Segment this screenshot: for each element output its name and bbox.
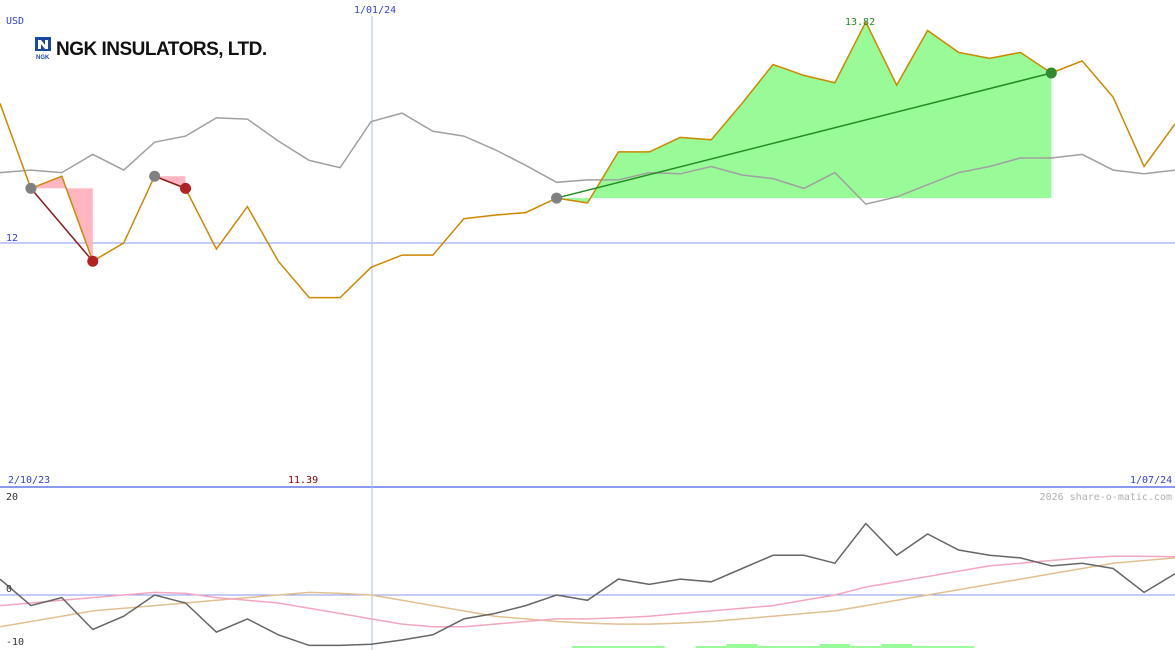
ngk-logo-icon: NGK	[35, 37, 51, 61]
histogram-bar-21	[633, 646, 665, 648]
share-chart: USD 1/01/24 13.82 12 2/10/23 11.39 1/07/…	[0, 5, 1175, 650]
trade-entry-marker-0	[25, 182, 37, 194]
histogram-bar-29	[881, 644, 913, 648]
oscillator-main-line	[0, 522, 1175, 647]
trade-exit-marker-2	[1045, 67, 1057, 79]
histogram-bar-24	[726, 644, 758, 648]
trade-fill-0	[30, 176, 93, 262]
histogram-bar-31	[943, 646, 974, 648]
currency-label: USD	[6, 16, 24, 27]
oscillator-slow-line	[0, 557, 1175, 628]
osc-tick-minus10: -10	[6, 637, 24, 648]
date-marker-label: 1/01/24	[354, 5, 396, 16]
oscillator-signal-line	[0, 555, 1175, 628]
histogram-bar-28	[850, 646, 882, 648]
osc-tick-0: 0	[6, 584, 12, 595]
end-date-label: 1/07/24	[1130, 475, 1172, 486]
oscillator-histogram	[572, 644, 974, 648]
histogram-bar-25	[757, 646, 789, 648]
histogram-bar-26	[788, 646, 820, 648]
company-name: NGK INSULATORS, LTD.	[56, 39, 267, 60]
histogram-bar-23	[695, 646, 727, 648]
histogram-bar-19	[572, 646, 603, 648]
histogram-bar-20	[603, 646, 634, 648]
histogram-bar-30	[912, 646, 944, 648]
company-logo: NGK NGK INSULATORS, LTD.	[35, 37, 267, 61]
trade-entry-marker-2	[551, 192, 563, 204]
start-date-label: 2/10/23	[8, 475, 50, 486]
osc-tick-20: 20	[6, 492, 18, 503]
watermark: 2026 share-o-matic.com	[1040, 492, 1172, 503]
high-value-label: 13.82	[845, 17, 875, 28]
trade-entry-marker-1	[149, 170, 161, 182]
svg-text:NGK: NGK	[36, 55, 50, 61]
low-value-label: 11.39	[288, 475, 318, 486]
trade-exit-marker-1	[180, 182, 192, 194]
trade-fill-2	[556, 22, 1052, 203]
trade-exit-marker-0	[87, 255, 99, 267]
histogram-bar-27	[819, 644, 851, 648]
reference-value-label: 12	[6, 233, 18, 244]
